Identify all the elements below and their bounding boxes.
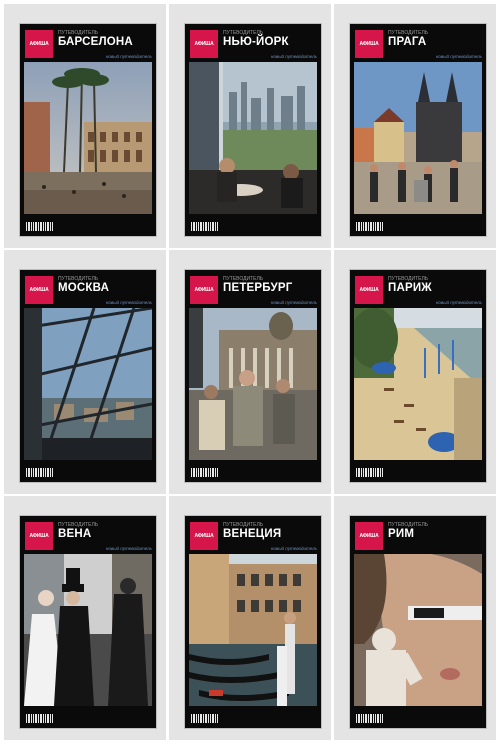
afisha-logo: АФИША <box>355 522 383 550</box>
afisha-logo: АФИША <box>190 30 218 58</box>
barcode <box>356 465 390 477</box>
cover-photo <box>24 62 152 214</box>
cover-city: ВЕНА <box>58 528 92 540</box>
cover-city: ПАРИЖ <box>388 282 432 294</box>
tile-petersburg[interactable]: АФИША ПУТЕВОДИТЕЛЬ ПЕТЕРБУРГ новый путев… <box>169 250 331 494</box>
cover-venice[interactable]: АФИША ПУТЕВОДИТЕЛЬ ВЕНЕЦИЯ новый путевод… <box>185 516 321 728</box>
logo-text: АФИША <box>29 287 49 293</box>
logo-text: АФИША <box>194 533 214 539</box>
tile-rome[interactable]: АФИША ПУТЕВОДИТЕЛЬ РИМ <box>334 496 496 740</box>
barcode <box>26 219 60 231</box>
tile-moscow[interactable]: АФИША ПУТЕВОДИТЕЛЬ МОСКВА новый путеводи… <box>4 250 166 494</box>
cover-tagline: новый путеводитель <box>270 54 317 59</box>
cover-paris[interactable]: АФИША ПУТЕВОДИТЕЛЬ ПАРИЖ новый путеводит… <box>350 270 486 482</box>
cover-photo <box>24 308 152 460</box>
tile-venice[interactable]: АФИША ПУТЕВОДИТЕЛЬ ВЕНЕЦИЯ новый путевод… <box>169 496 331 740</box>
barcode <box>26 711 60 723</box>
afisha-logo: АФИША <box>25 30 53 58</box>
cover-photo <box>189 62 317 214</box>
barcode <box>26 465 60 477</box>
logo-text: АФИША <box>359 287 379 293</box>
cover-city: ПЕТЕРБУРГ <box>223 282 293 294</box>
cover-barcelona[interactable]: АФИША ПУТЕВОДИТЕЛЬ БАРСЕЛОНА новый путев… <box>20 24 156 236</box>
cover-tagline: новый путеводитель <box>435 54 482 59</box>
cover-city: БАРСЕЛОНА <box>58 36 133 48</box>
afisha-logo: АФИША <box>355 30 383 58</box>
cover-photo <box>24 554 152 706</box>
cover-city: МОСКВА <box>58 282 110 294</box>
cover-tagline: новый путеводитель <box>105 546 152 551</box>
cover-tagline: новый путеводитель <box>435 300 482 305</box>
afisha-logo: АФИША <box>190 522 218 550</box>
barcode <box>191 219 225 231</box>
cover-rome[interactable]: АФИША ПУТЕВОДИТЕЛЬ РИМ <box>350 516 486 728</box>
cover-city: РИМ <box>388 528 415 540</box>
afisha-logo: АФИША <box>25 522 53 550</box>
barcode <box>356 711 390 723</box>
tile-prague[interactable]: АФИША ПУТЕВОДИТЕЛЬ ПРАГА новый путеводит… <box>334 4 496 248</box>
cover-new-york[interactable]: АФИША ПУТЕВОДИТЕЛЬ НЬЮ-ЙОРК новый путево… <box>185 24 321 236</box>
logo-text: АФИША <box>194 287 214 293</box>
cover-prague[interactable]: АФИША ПУТЕВОДИТЕЛЬ ПРАГА новый путеводит… <box>350 24 486 236</box>
cover-photo <box>189 308 317 460</box>
cover-photo <box>189 554 317 706</box>
logo-text: АФИША <box>359 533 379 539</box>
tile-new-york[interactable]: АФИША ПУТЕВОДИТЕЛЬ НЬЮ-ЙОРК новый путево… <box>169 4 331 248</box>
cover-vienna[interactable]: АФИША ПУТЕВОДИТЕЛЬ ВЕНА новый путеводите… <box>20 516 156 728</box>
cover-photo <box>354 308 482 460</box>
cover-tagline: новый путеводитель <box>270 546 317 551</box>
logo-text: АФИША <box>359 41 379 47</box>
afisha-logo: АФИША <box>190 276 218 304</box>
afisha-logo: АФИША <box>355 276 383 304</box>
logo-text: АФИША <box>29 41 49 47</box>
tile-barcelona[interactable]: АФИША ПУТЕВОДИТЕЛЬ БАРСЕЛОНА новый путев… <box>4 4 166 248</box>
cover-city: НЬЮ-ЙОРК <box>223 36 289 48</box>
cover-grid: АФИША ПУТЕВОДИТЕЛЬ БАРСЕЛОНА новый путев… <box>0 0 500 744</box>
logo-text: АФИША <box>194 41 214 47</box>
cover-moscow[interactable]: АФИША ПУТЕВОДИТЕЛЬ МОСКВА новый путеводи… <box>20 270 156 482</box>
logo-text: АФИША <box>29 533 49 539</box>
cover-city: ВЕНЕЦИЯ <box>223 528 282 540</box>
afisha-logo: АФИША <box>25 276 53 304</box>
tile-paris[interactable]: АФИША ПУТЕВОДИТЕЛЬ ПАРИЖ новый путеводит… <box>334 250 496 494</box>
cover-petersburg[interactable]: АФИША ПУТЕВОДИТЕЛЬ ПЕТЕРБУРГ новый путев… <box>185 270 321 482</box>
cover-tagline: новый путеводитель <box>270 300 317 305</box>
barcode <box>356 219 390 231</box>
cover-photo <box>354 62 482 214</box>
cover-tagline: новый путеводитель <box>105 300 152 305</box>
cover-tagline: новый путеводитель <box>105 54 152 59</box>
cover-city: ПРАГА <box>388 36 427 48</box>
barcode <box>191 711 225 723</box>
barcode <box>191 465 225 477</box>
tile-vienna[interactable]: АФИША ПУТЕВОДИТЕЛЬ ВЕНА новый путеводите… <box>4 496 166 740</box>
cover-photo <box>354 554 482 706</box>
